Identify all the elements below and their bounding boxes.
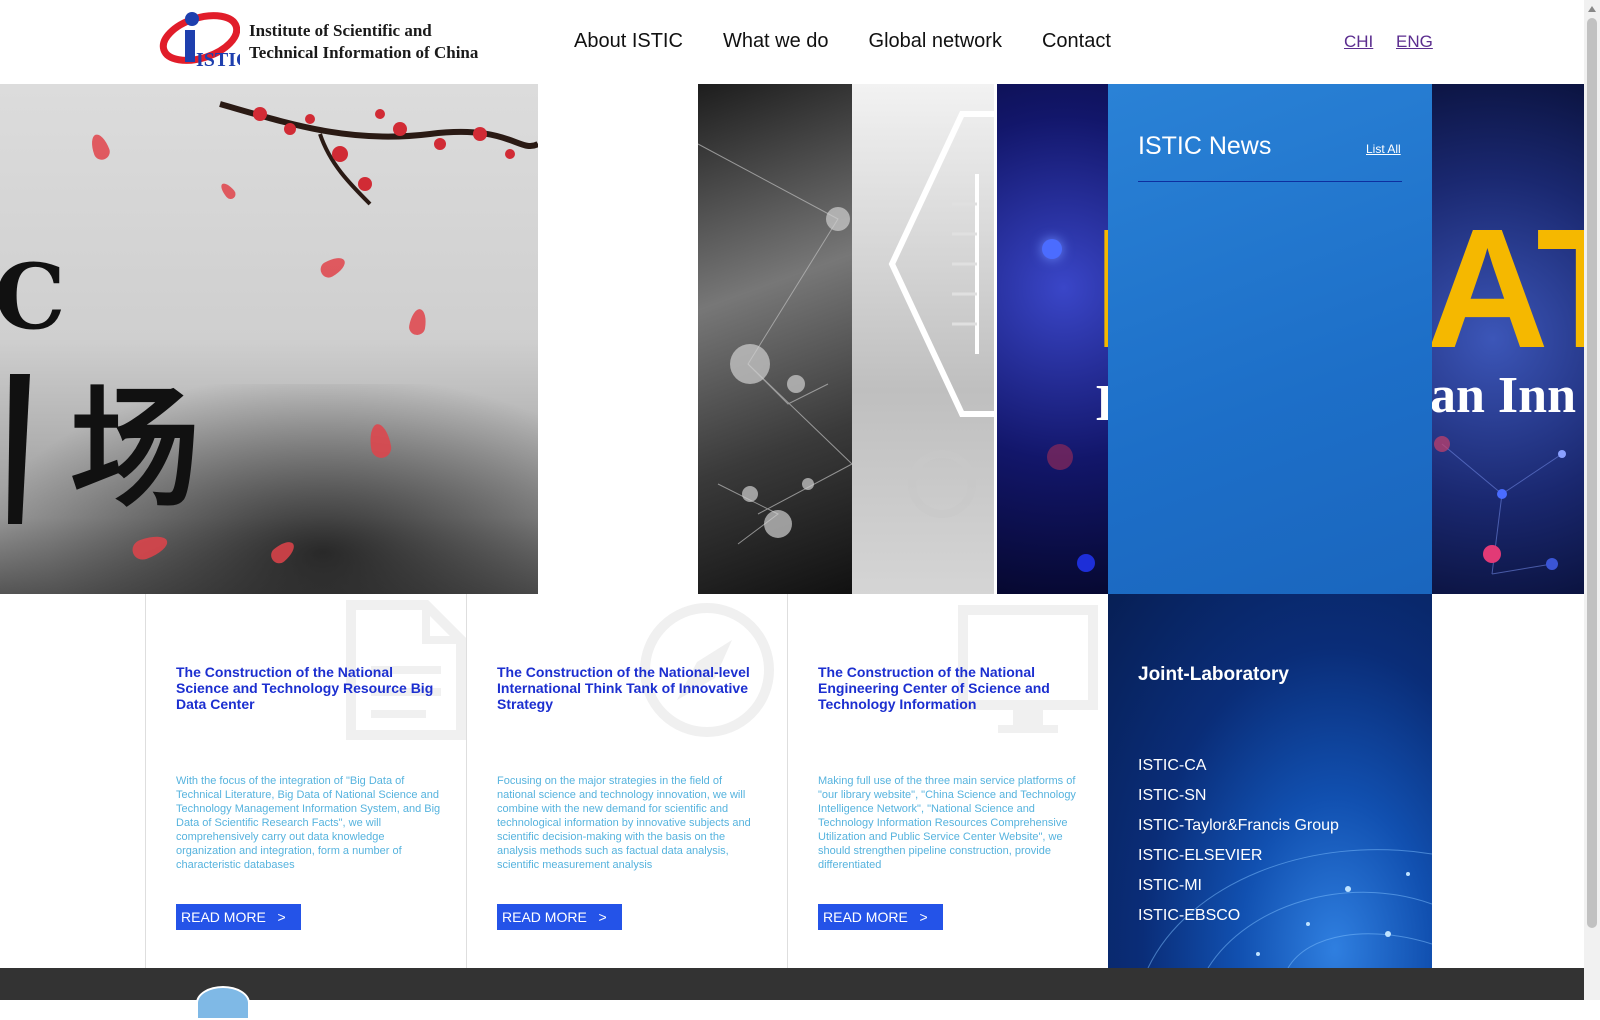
ink-painting-banner: C 场 [0, 84, 538, 594]
nav-contact[interactable]: Contact [1042, 30, 1111, 53]
feature-card: The Construction of the National-level I… [466, 594, 787, 968]
card-description: Making full use of the three main servic… [818, 775, 1076, 871]
main-nav: About ISTIC What we do Global network Co… [574, 30, 1111, 53]
site-header: ISTIC Institute of Scientific and Techni… [0, 0, 1584, 84]
lang-eng-link[interactable]: ENG [1396, 32, 1433, 52]
news-divider [1138, 181, 1402, 182]
joint-lab-title: Joint-Laboratory [1138, 664, 1289, 685]
plum-branch-icon [219, 101, 538, 206]
site-footer [0, 968, 1584, 1020]
news-list-all-link[interactable]: List All [1366, 142, 1401, 156]
lang-chi-link[interactable]: CHI [1344, 32, 1373, 52]
glow-dot [1047, 444, 1073, 470]
scroll-up-icon[interactable] [1588, 6, 1596, 12]
joint-lab-item[interactable]: ISTIC-EBSCO [1138, 906, 1339, 936]
scroll-thumb[interactable] [1587, 18, 1597, 928]
nav-about-istic[interactable]: About ISTIC [574, 30, 683, 53]
card-description: With the focus of the integration of "Bi… [176, 775, 441, 871]
news-panel: ISTIC News List All [1108, 84, 1432, 594]
card-description: Focusing on the major strategies in the … [497, 775, 751, 871]
petal-icon [317, 253, 349, 281]
nav-global-network[interactable]: Global network [869, 30, 1002, 53]
hero-strip-circuit [852, 84, 996, 594]
feature-cards: The Construction of the National Science… [145, 594, 1108, 968]
joint-lab-item[interactable]: ISTIC-MI [1138, 876, 1339, 906]
joint-lab-list: ISTIC-CA ISTIC-SN ISTIC-Taylor&Francis G… [1138, 756, 1339, 936]
circuit-graphic-icon [888, 111, 994, 518]
hero-strip-data-left: I I [997, 84, 1108, 594]
logo-text-line1: Institute of Scientific and [249, 21, 432, 40]
feature-card: The Construction of the National Enginee… [787, 594, 1108, 968]
card-title[interactable]: The Construction of the National Science… [176, 664, 441, 712]
card-title[interactable]: The Construction of the National Enginee… [818, 664, 1083, 712]
glow-dot [1042, 239, 1062, 259]
read-more-button[interactable]: READ MORE > [497, 904, 622, 930]
petal-icon [407, 307, 429, 337]
network-graphic-icon [698, 143, 852, 545]
read-more-button[interactable]: READ MORE > [176, 904, 301, 930]
footer-badge-icon [196, 986, 250, 1020]
news-title: ISTIC News [1138, 132, 1272, 160]
joint-lab-item[interactable]: ISTIC-Taylor&Francis Group [1138, 816, 1339, 846]
ink-stroke-icon [8, 374, 30, 524]
ink-char-c: C [0, 244, 66, 350]
nav-what-we-do[interactable]: What we do [723, 30, 829, 53]
network-dots-icon [1434, 436, 1566, 575]
joint-laboratory-panel: Joint-Laboratory ISTIC-CA ISTIC-SN ISTIC… [1108, 594, 1432, 968]
page-scrollbar[interactable] [1584, 0, 1600, 1000]
logo-text[interactable]: Institute of Scientific and Technical In… [249, 20, 478, 64]
hero-strip-network [698, 84, 852, 594]
petal-icon [88, 132, 112, 162]
joint-lab-item[interactable]: ISTIC-ELSEVIER [1138, 846, 1339, 876]
joint-lab-item[interactable]: ISTIC-CA [1138, 756, 1339, 786]
logo-text-line2: Technical Information of China [249, 43, 479, 62]
read-more-button[interactable]: READ MORE > [818, 904, 943, 930]
ink-char-chang: 场 [70, 372, 201, 525]
istic-logo-icon[interactable]: ISTIC [158, 10, 250, 71]
hero-strip-data-right: ATA an Inn [1432, 84, 1584, 594]
feature-card: The Construction of the National Science… [145, 594, 466, 968]
card-title[interactable]: The Construction of the National-level I… [497, 664, 762, 712]
banner-text-left: I [1095, 375, 1108, 432]
big-letter-left: I [1093, 204, 1108, 374]
logo-mark-text: ISTIC [196, 49, 240, 68]
big-letters-right: ATA [1432, 194, 1584, 384]
glow-dot [1077, 554, 1095, 572]
joint-lab-item[interactable]: ISTIC-SN [1138, 786, 1339, 816]
